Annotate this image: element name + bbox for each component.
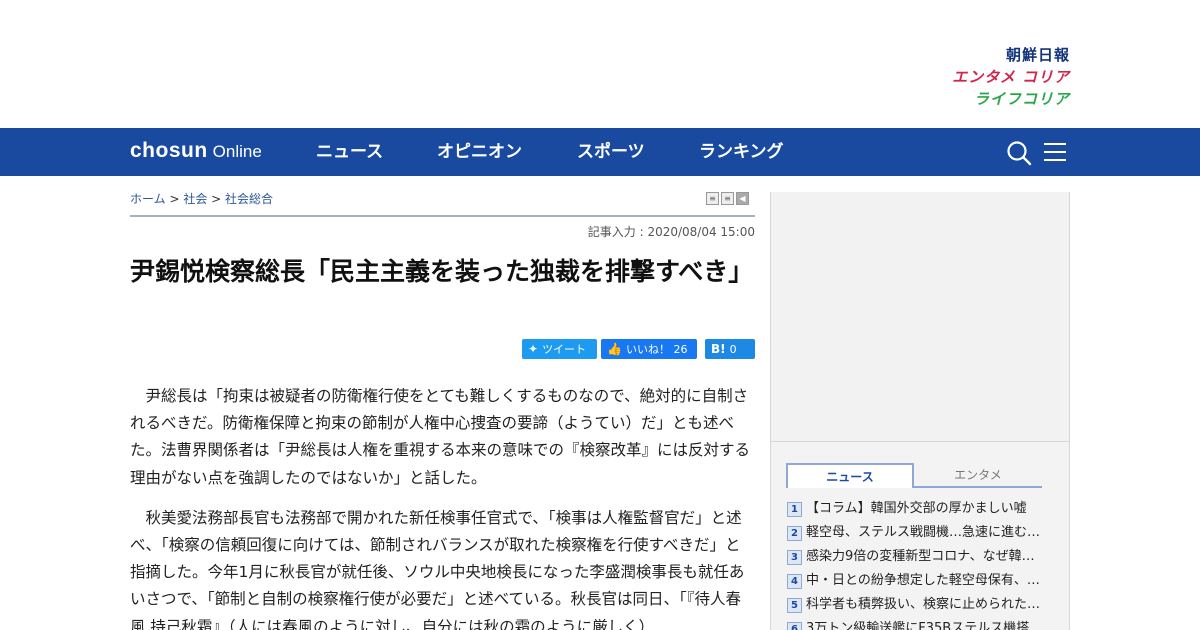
rank-title: 軽空母、ステルス戦闘機…急速に進む… <box>806 525 1041 540</box>
hatena-count: 0 <box>729 343 737 356</box>
nav-item-sports[interactable]: スポーツ <box>577 141 645 163</box>
rank-number: 2 <box>787 525 802 541</box>
rank-number: 3 <box>787 549 802 565</box>
ranking-item[interactable]: 1 【コラム】韓国外交部の厚かましい嘘 <box>787 498 1057 522</box>
like-label: いいね！ <box>625 343 670 356</box>
back-arrow-icon[interactable]: ◀ <box>736 192 749 205</box>
breadcrumb-separator: > <box>207 192 226 206</box>
ranking-item[interactable]: 4 中・日との紛争想定した軽空母保有、… <box>787 570 1057 594</box>
twitter-bird-icon: ✦ <box>528 342 539 356</box>
logo-sub: Online <box>212 142 262 161</box>
hatena-bookmark-icon: B! <box>711 342 726 356</box>
breadcrumb-home[interactable]: ホーム <box>130 192 166 206</box>
rank-number: 4 <box>787 573 802 589</box>
ranking-list: 1 【コラム】韓国外交部の厚かましい嘘 2 軽空母、ステルス戦闘機…急速に進む… 3… <box>787 498 1057 630</box>
hatena-bookmark-button[interactable]: B! 0 <box>705 339 755 359</box>
nav-item-opinion[interactable]: オピニオン <box>437 141 522 163</box>
article-body: 尹総長は「拘束は被疑者の防衛権行使をとても難しくするものなので、絶対的に自制され… <box>130 383 756 630</box>
tweet-button[interactable]: ✦ ツイート <box>522 339 597 359</box>
rank-number: 1 <box>787 501 802 517</box>
rank-title: 科学者も積弊扱い、検察に止められた… <box>806 597 1041 612</box>
rank-title: 【コラム】韓国外交部の厚かましい嘘 <box>806 501 1027 516</box>
rank-title: 3万トン級輸送艦にF35Bステルス機搭… <box>806 621 1043 630</box>
brand-life-korea[interactable]: ライフコリア <box>930 88 1070 110</box>
breadcrumb-separator: > <box>165 192 184 206</box>
article-tools: ≡ ≡ ◀ <box>704 192 749 206</box>
breadcrumb: ホーム > 社会 > 社会総合 <box>130 190 273 207</box>
print-icon[interactable]: ≡ <box>706 192 719 205</box>
ranking-item[interactable]: 5 科学者も積弊扱い、検察に止められた… <box>787 594 1057 618</box>
hamburger-menu-icon[interactable] <box>1044 142 1066 162</box>
brand-entame-korea[interactable]: エンタメ コリア <box>930 66 1070 88</box>
search-icon[interactable] <box>1006 140 1032 166</box>
tweet-label: ツイート <box>542 343 587 356</box>
sidebar-ad-slot <box>770 192 1070 442</box>
logo-main: chosun <box>130 139 208 162</box>
nav-item-ranking[interactable]: ランキング <box>699 141 784 163</box>
tab-news[interactable]: ニュース <box>786 463 914 488</box>
rank-number: 6 <box>787 621 802 630</box>
article-dateline: 記事入力 : 2020/08/04 15:00 <box>587 225 755 239</box>
rank-title: 中・日との紛争想定した軽空母保有、… <box>806 573 1040 588</box>
like-count: 26 <box>673 343 688 356</box>
article-paragraph: 尹総長は「拘束は被疑者の防衛権行使をとても難しくするものなので、絶対的に自制され… <box>130 387 751 487</box>
like-button[interactable]: 👍 いいね！ 26 <box>601 339 697 359</box>
ranking-item[interactable]: 6 3万トン級輸送艦にF35Bステルス機搭… <box>787 618 1057 630</box>
rank-number: 5 <box>787 597 802 613</box>
tab-entame[interactable]: エンタメ <box>914 463 1042 488</box>
breadcrumb-subsection[interactable]: 社会総合 <box>225 192 273 206</box>
rank-title: 感染力9倍の変種新型コロナ、なぜ韓… <box>806 549 1035 564</box>
text-view-icon[interactable]: ≡ <box>721 192 734 205</box>
ranking-item[interactable]: 3 感染力9倍の変種新型コロナ、なぜ韓… <box>787 546 1057 570</box>
breadcrumb-section[interactable]: 社会 <box>183 192 207 206</box>
article-divider <box>130 215 755 217</box>
brand-chosun-ilbo[interactable]: 朝鮮日報 <box>930 44 1070 66</box>
article-headline: 尹錫悦検察総長「民主主義を装った独裁を排撃すべき」 <box>130 257 754 286</box>
article-paragraph: 秋美愛法務部長官も法務部で開かれた新任検事任官式で、「検事は人権監督官だ」と述べ… <box>130 508 745 630</box>
ranking-item[interactable]: 2 軽空母、ステルス戦闘機…急速に進む… <box>787 522 1057 546</box>
thumbs-up-icon: 👍 <box>607 342 622 356</box>
site-logo[interactable]: chosun Online <box>130 138 262 165</box>
brand-logos: 朝鮮日報 エンタメ コリア ライフコリア <box>930 44 1070 110</box>
nav-item-news[interactable]: ニュース <box>316 141 383 163</box>
